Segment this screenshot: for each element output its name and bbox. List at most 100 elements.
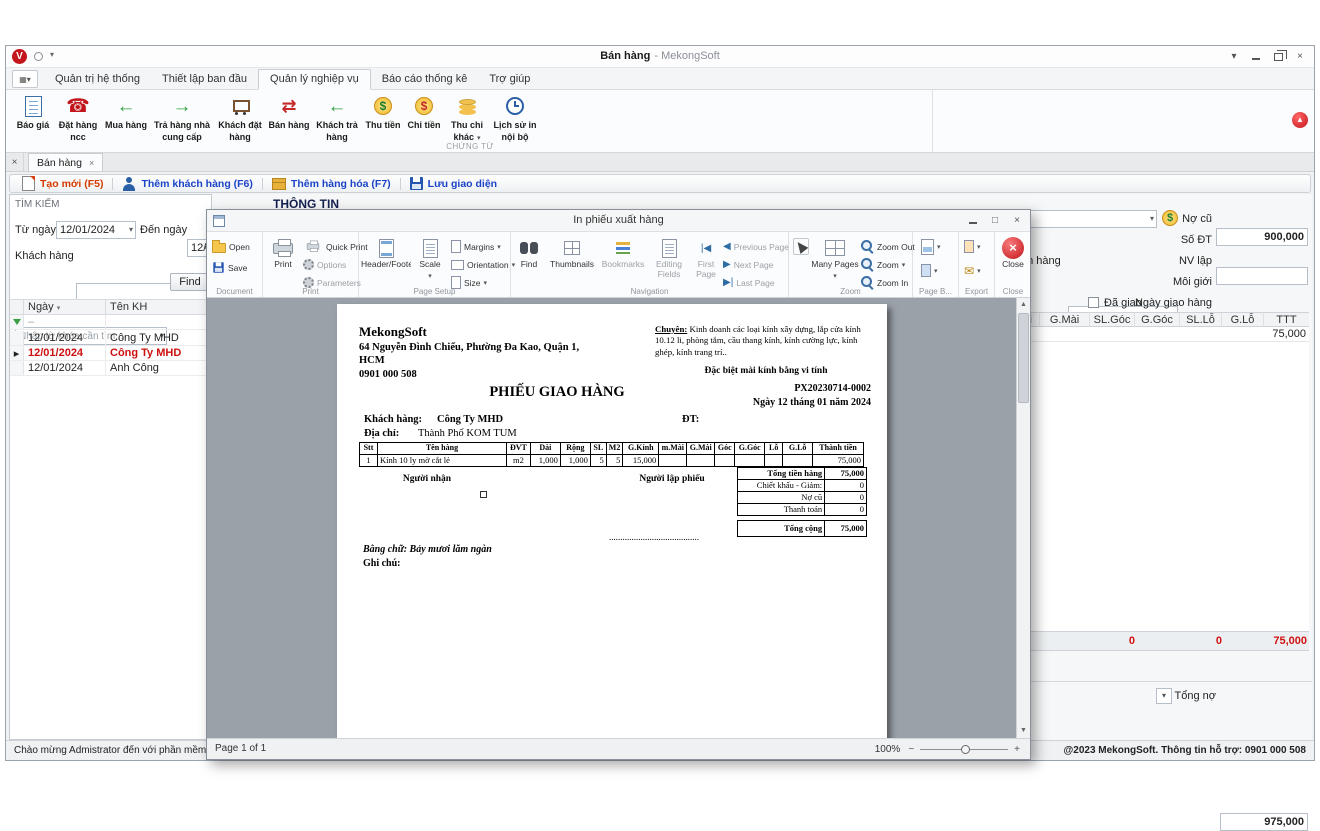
doc-receiver-label: Người nhận [377,474,477,484]
header-footer-button[interactable]: Header/Footer [361,236,411,286]
ribbon-group-chung-tu: Báo giá ☎ Đặt hàng ncc ← Mua hàng → Trả … [8,90,933,152]
bookmarks-icon [616,242,630,254]
mua-hang-button[interactable]: ← Mua hàng [102,92,150,144]
quick-print-button[interactable]: Quick Print [303,238,368,255]
close-preview-button[interactable]: × Close [997,236,1029,286]
close-all-tabs-icon[interactable]: × [6,153,24,171]
previous-page-button[interactable]: ◀Previous Page [723,238,789,255]
column-header-glo[interactable]: G.Lỗ [1222,312,1264,327]
zoom-out-button[interactable]: Zoom Out [861,238,915,255]
person-icon [122,177,136,191]
phone-number-input[interactable] [1216,267,1308,285]
printer-icon [273,243,293,254]
ribbon-options-icon[interactable]: ▾ [1224,48,1244,65]
column-header-gmai[interactable]: G.Mài [1040,312,1090,327]
open-button[interactable]: Open [212,238,250,255]
first-page-button[interactable]: |◀ First Page [691,236,721,286]
khach-tra-hang-button[interactable]: ← Khách trả hàng [312,92,362,144]
total-debt-value[interactable]: 975,000 [1220,813,1308,831]
thu-tien-button[interactable]: $ Thu tiền [362,92,404,144]
watermark-icon [921,239,934,255]
save-layout-button[interactable]: Lưu giao diện [403,175,504,192]
zoom-minus-icon[interactable]: − [908,744,914,755]
editing-fields-icon [662,239,677,258]
preview-scrollbar[interactable]: ▲ ▼ [1016,298,1030,738]
many-pages-button[interactable]: Many Pages▾ [811,236,859,286]
column-header-name[interactable]: Tên KH [106,300,211,314]
column-header-sllo[interactable]: SL.Lỗ [1180,312,1222,327]
chi-tien-button[interactable]: $ Chi tiền [404,92,444,144]
dat-hang-ncc-button[interactable]: ☎ Đặt hàng ncc [54,92,102,144]
box-icon [272,178,286,190]
add-product-button[interactable]: Thêm hàng hóa (F7) [265,175,398,192]
save-document-button[interactable]: Save [212,259,247,276]
find-button[interactable]: Find [170,273,210,291]
tab-quan-tri-he-thong[interactable]: Quản trị hệ thống [44,70,151,89]
bookmarks-button[interactable]: Bookmarks [599,236,647,286]
ribbon-tab-bar: ▦▾ Quản trị hệ thống Thiết lập ban đầu Q… [6,68,1314,90]
zoom-button[interactable]: Zoom▾ [861,256,905,273]
column-header-ttt[interactable]: TTT [1264,312,1309,327]
column-header-date[interactable]: Ngày ▾ [24,300,106,314]
ribbon-collapse-button[interactable]: ▲ [1292,112,1308,128]
modal-close-icon[interactable]: × [1007,212,1027,229]
bao-gia-button[interactable]: Báo giá [12,92,54,144]
scrollbar-thumb[interactable] [1018,313,1029,403]
summary-goc-total: 0 [1090,634,1135,649]
restore-icon[interactable] [1268,48,1288,65]
zoom-plus-icon[interactable]: + [1014,744,1020,755]
margins-button[interactable]: Margins▾ [451,238,501,255]
table-row[interactable]: 12/01/2024 Công Ty MHD [10,331,211,346]
page-color-button[interactable]: ▾ [921,262,938,279]
table-row-selected[interactable]: ▸ 12/01/2024 Công Ty MHD [10,346,211,361]
tab-quan-ly-nghiep-vu[interactable]: Quản lý nghiệp vụ [258,69,371,90]
tab-ban-hang-document[interactable]: Bán hàng × [28,153,103,171]
floppy-icon [213,262,223,272]
scale-button[interactable]: Scale▾ [413,236,447,286]
export-to-button[interactable]: ▾ [964,238,981,255]
print-button[interactable]: Print [265,236,301,286]
scroll-up-icon[interactable]: ▲ [1017,298,1030,312]
lich-su-in-noi-bo-button[interactable]: Lịch sử in nội bộ [490,92,540,144]
tab-close-icon[interactable]: × [89,158,94,168]
next-page-button[interactable]: ▶Next Page [723,256,773,273]
create-new-button[interactable]: Tạo mới (F5) [15,175,110,192]
add-customer-button[interactable]: Thêm khách hàng (F6) [115,175,259,192]
find-button[interactable]: Find [513,236,545,286]
send-email-button[interactable]: ✉▾ [964,262,981,279]
tab-tro-giup[interactable]: Trợ giúp [478,70,541,89]
scroll-down-icon[interactable]: ▼ [1017,724,1030,738]
ban-hang-button[interactable]: ⇄ Bán hàng [266,92,312,144]
modal-maximize-icon[interactable]: □ [985,212,1005,229]
close-icon[interactable]: × [1290,48,1310,65]
row-indicator-header [10,300,24,314]
editing-fields-button[interactable]: Editing Fields [649,236,689,286]
old-debt-value[interactable]: 900,000 [1216,228,1308,246]
tab-bao-cao-thong-ke[interactable]: Báo cáo thống kê [371,70,479,89]
delivered-checkbox[interactable] [1088,297,1099,308]
orientation-button[interactable]: Orientation▾ [451,256,515,273]
tab-thiet-lap-ban-dau[interactable]: Thiết lập ban đầu [151,70,258,89]
options-button[interactable]: Options [303,256,346,273]
column-header-slgoc[interactable]: SL.Góc [1090,312,1135,327]
table-row[interactable]: 12/01/2024 Anh Công [10,361,211,376]
watermark-button[interactable]: ▾ [921,238,941,255]
column-header-ggoc[interactable]: G.Góc [1135,312,1180,327]
zoom-slider[interactable] [920,749,1008,750]
modal-minimize-icon[interactable] [963,212,983,229]
app-menu-button[interactable]: ▦▾ [12,70,38,88]
filter-row[interactable]: – [10,315,211,330]
arrow-return-icon: ← [328,97,347,116]
from-date-combo[interactable]: 12/01/2024 [56,221,136,239]
thumbnails-button[interactable]: Thumbnails [547,236,597,286]
preview-surface[interactable]: MekongSoft 64 Nguyễn Đình Chiểu, Phường … [207,298,1030,738]
group-document: Open Save Document [207,232,263,297]
pointer-tool-button[interactable] [793,238,809,255]
doc-specialty: Chuyên: Kinh doanh các loại kính xây dựn… [655,324,877,358]
thu-chi-khac-button[interactable]: Thu chi khác ▾ [444,92,490,144]
minimize-icon[interactable] [1246,48,1266,65]
group-page-background: ▾ ▾ Page B... [913,232,959,297]
zoom-slider-thumb[interactable] [961,745,970,754]
tra-hang-ncc-button[interactable]: → Trả hàng nhà cung cấp [150,92,214,144]
khach-dat-hang-button[interactable]: Khách đặt hàng [214,92,266,144]
